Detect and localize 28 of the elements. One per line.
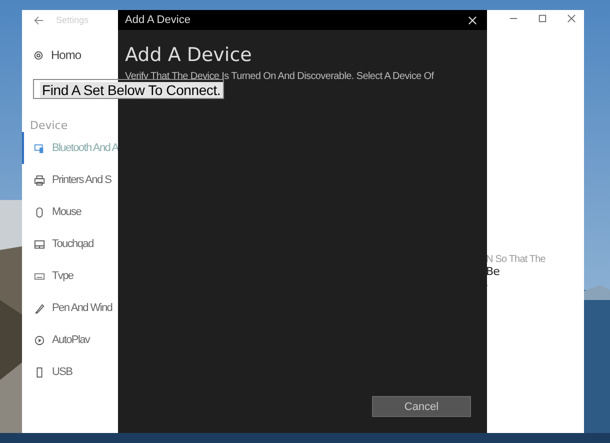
sidebar-item[interactable]: Mouse — [22, 196, 118, 228]
dialog-description: Verifv That The Device Is Turned On And Discoverable. Select A Device Of — [125, 71, 435, 82]
maximize-icon[interactable] — [538, 14, 547, 23]
back-arrow-icon[interactable] — [33, 14, 44, 26]
usb-drive-icon — [34, 366, 45, 378]
keyboard-icon — [34, 270, 45, 282]
printer-icon — [34, 174, 45, 186]
autoplay-icon — [34, 334, 45, 346]
section-heading: Device — [30, 119, 69, 132]
text-fragment: . — [486, 278, 490, 288]
gear-icon — [33, 50, 44, 60]
sidebar-item[interactable]: Tvpe — [22, 260, 118, 292]
cancel-button[interactable]: Cancel — [372, 396, 471, 417]
text-fragment: N So That The — [486, 254, 546, 265]
touchpad-icon — [34, 238, 45, 250]
pen-icon — [34, 302, 45, 314]
sidebar-item[interactable]: USB — [22, 356, 118, 388]
mouse-icon — [34, 206, 45, 218]
sidebar-item[interactable]: Touchqad — [22, 228, 118, 260]
home-link[interactable]: Homo — [22, 48, 118, 62]
sidebar-item[interactable]: AutoPlav — [22, 324, 118, 356]
devices-icon — [34, 142, 45, 154]
sidebar-item[interactable]: Printers And S — [22, 164, 118, 196]
dialog-title: Add A Device — [125, 14, 190, 26]
search-field[interactable]: Find A Set Below To Connect. — [33, 79, 224, 99]
sidebar-item[interactable]: Pen And Wind — [22, 292, 118, 324]
dialog-heading: Add A Device — [125, 44, 253, 66]
text-fragment: Be — [486, 265, 501, 278]
